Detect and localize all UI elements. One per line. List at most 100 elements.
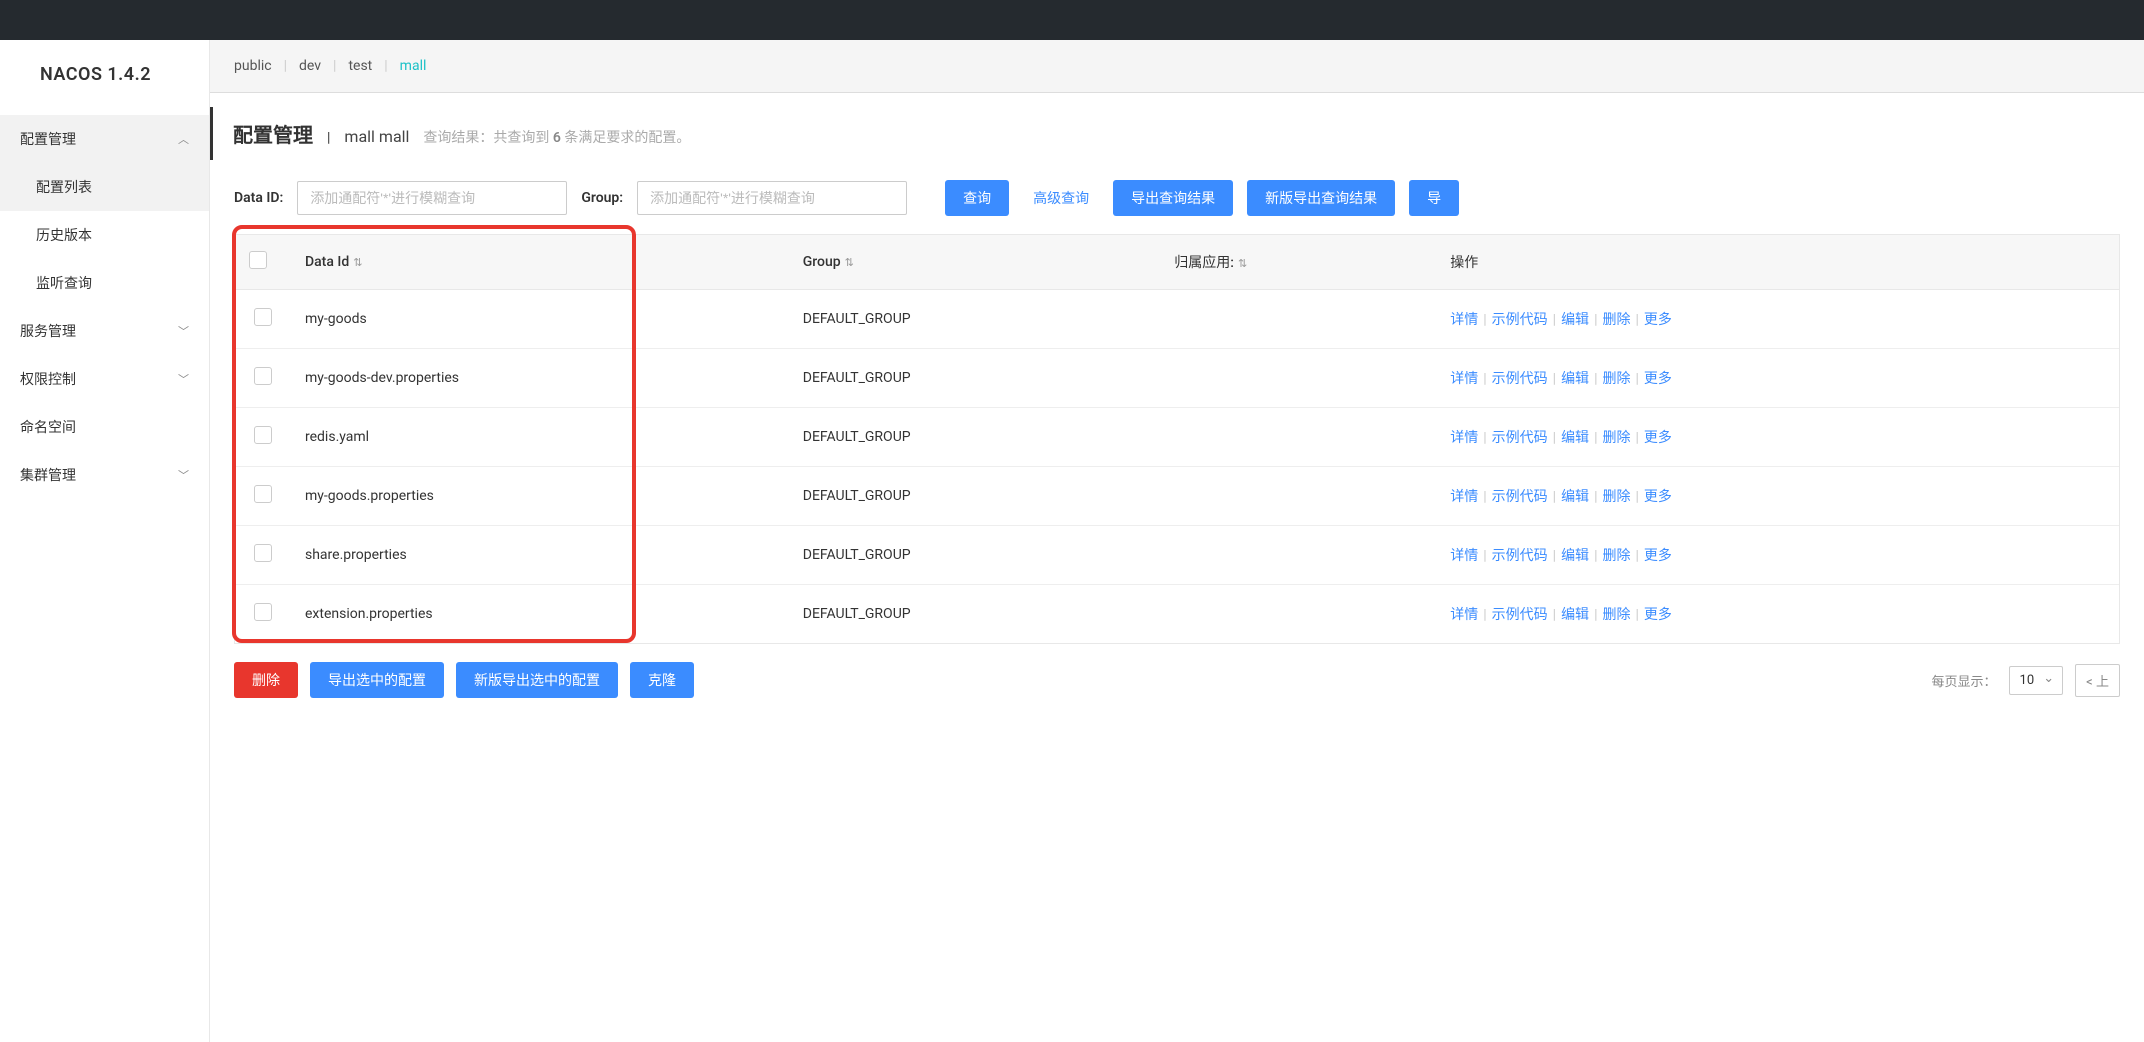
row-checkbox[interactable] — [254, 308, 272, 326]
op-more[interactable]: 更多 — [1644, 371, 1672, 387]
main-content: public | dev | test | mall 配置管理 | mall m… — [210, 40, 2144, 1042]
row-checkbox[interactable] — [254, 367, 272, 385]
group-label: Group: — [581, 190, 623, 206]
op-sample[interactable]: 示例代码 — [1492, 312, 1548, 328]
col-app[interactable]: 归属应用:⇅ — [1160, 235, 1436, 290]
group-input[interactable] — [637, 181, 907, 215]
export-selected-new-button[interactable]: 新版导出选中的配置 — [456, 662, 618, 698]
op-edit[interactable]: 编辑 — [1561, 371, 1589, 387]
cell-ops: 详情|示例代码|编辑|删除|更多 — [1436, 526, 2119, 585]
menu-namespace[interactable]: 命名空间 — [0, 403, 209, 451]
cell-group: DEFAULT_GROUP — [789, 526, 1161, 585]
op-more[interactable]: 更多 — [1644, 548, 1672, 564]
cell-app — [1160, 585, 1436, 644]
col-operations: 操作 — [1436, 235, 2119, 290]
advanced-query-button[interactable]: 高级查询 — [1023, 180, 1099, 216]
sidebar: NACOS 1.4.2 配置管理 ︿ 配置列表 历史版本 监听查询 服务管理 ﹀… — [0, 40, 210, 1042]
clone-button[interactable]: 克隆 — [630, 662, 694, 698]
op-more[interactable]: 更多 — [1644, 430, 1672, 446]
search-bar: Data ID: Group: 查询 高级查询 导出查询结果 新版导出查询结果 … — [210, 174, 2144, 234]
menu-config-management[interactable]: 配置管理 ︿ — [0, 115, 209, 163]
col-group[interactable]: Group⇅ — [789, 235, 1161, 290]
op-more[interactable]: 更多 — [1644, 607, 1672, 623]
tab-public[interactable]: public — [234, 58, 272, 74]
op-edit[interactable]: 编辑 — [1561, 430, 1589, 446]
row-checkbox[interactable] — [254, 603, 272, 621]
op-sample[interactable]: 示例代码 — [1492, 371, 1548, 387]
op-more[interactable]: 更多 — [1644, 312, 1672, 328]
op-delete[interactable]: 删除 — [1602, 548, 1630, 564]
submenu-history[interactable]: 历史版本 — [0, 211, 209, 259]
table-row: share.propertiesDEFAULT_GROUP详情|示例代码|编辑|… — [235, 526, 2119, 585]
row-checkbox[interactable] — [254, 485, 272, 503]
op-detail[interactable]: 详情 — [1450, 430, 1478, 446]
op-delete[interactable]: 删除 — [1602, 489, 1630, 505]
cell-app — [1160, 526, 1436, 585]
tab-test[interactable]: test — [348, 58, 372, 74]
menu-service-management[interactable]: 服务管理 ﹀ — [0, 307, 209, 355]
select-all-checkbox[interactable] — [249, 251, 267, 269]
chevron-up-icon: ︿ — [178, 131, 189, 147]
table-row: my-goods.propertiesDEFAULT_GROUP详情|示例代码|… — [235, 467, 2119, 526]
config-table: Data Id⇅ Group⇅ 归属应用:⇅ 操作 my-goodsDEFAUL… — [234, 234, 2120, 644]
row-checkbox[interactable] — [254, 544, 272, 562]
cell-group: DEFAULT_GROUP — [789, 467, 1161, 526]
cell-dataid: extension.properties — [291, 585, 789, 644]
op-delete[interactable]: 删除 — [1602, 430, 1630, 446]
op-detail[interactable]: 详情 — [1450, 607, 1478, 623]
op-detail[interactable]: 详情 — [1450, 548, 1478, 564]
page-size-select[interactable]: 10 — [2009, 666, 2064, 695]
export-results-button[interactable]: 导出查询结果 — [1113, 180, 1233, 216]
import-button[interactable]: 导 — [1409, 180, 1459, 216]
op-sample[interactable]: 示例代码 — [1492, 607, 1548, 623]
export-selected-button[interactable]: 导出选中的配置 — [310, 662, 444, 698]
op-edit[interactable]: 编辑 — [1561, 607, 1589, 623]
page-title: 配置管理 — [233, 119, 313, 148]
op-delete[interactable]: 删除 — [1602, 607, 1630, 623]
col-dataid[interactable]: Data Id⇅ — [291, 235, 789, 290]
delete-button[interactable]: 删除 — [234, 662, 298, 698]
query-button[interactable]: 查询 — [945, 180, 1009, 216]
table-row: redis.yamlDEFAULT_GROUP详情|示例代码|编辑|删除|更多 — [235, 408, 2119, 467]
cell-app — [1160, 408, 1436, 467]
op-sample[interactable]: 示例代码 — [1492, 548, 1548, 564]
submenu-listen-query[interactable]: 监听查询 — [0, 259, 209, 307]
cell-group: DEFAULT_GROUP — [789, 290, 1161, 349]
tab-dev[interactable]: dev — [299, 58, 321, 74]
namespace-tabs: public | dev | test | mall — [210, 40, 2144, 93]
op-sample[interactable]: 示例代码 — [1492, 430, 1548, 446]
tab-separator: | — [284, 58, 287, 74]
submenu-config-list[interactable]: 配置列表 — [0, 163, 209, 211]
menu-label: 命名空间 — [20, 417, 76, 437]
op-delete[interactable]: 删除 — [1602, 312, 1630, 328]
top-bar — [0, 0, 2144, 40]
dataid-input[interactable] — [297, 181, 567, 215]
export-results-new-button[interactable]: 新版导出查询结果 — [1247, 180, 1395, 216]
tab-mall[interactable]: mall — [400, 58, 427, 74]
op-delete[interactable]: 删除 — [1602, 371, 1630, 387]
namespace-name: mall mall — [344, 127, 409, 146]
tab-separator: | — [333, 58, 336, 74]
menu-cluster[interactable]: 集群管理 ﹀ — [0, 451, 209, 499]
menu-label: 集群管理 — [20, 465, 76, 485]
sort-icon: ⇅ — [353, 256, 362, 269]
op-detail[interactable]: 详情 — [1450, 371, 1478, 387]
cell-ops: 详情|示例代码|编辑|删除|更多 — [1436, 408, 2119, 467]
op-sample[interactable]: 示例代码 — [1492, 489, 1548, 505]
op-edit[interactable]: 编辑 — [1561, 548, 1589, 564]
cell-group: DEFAULT_GROUP — [789, 585, 1161, 644]
op-more[interactable]: 更多 — [1644, 489, 1672, 505]
row-checkbox[interactable] — [254, 426, 272, 444]
cell-ops: 详情|示例代码|编辑|删除|更多 — [1436, 585, 2119, 644]
cell-app — [1160, 349, 1436, 408]
op-edit[interactable]: 编辑 — [1561, 312, 1589, 328]
menu-permission[interactable]: 权限控制 ﹀ — [0, 355, 209, 403]
cell-ops: 详情|示例代码|编辑|删除|更多 — [1436, 349, 2119, 408]
cell-dataid: my-goods — [291, 290, 789, 349]
prev-page-button[interactable]: < 上 — [2075, 664, 2120, 697]
cell-ops: 详情|示例代码|编辑|删除|更多 — [1436, 467, 2119, 526]
op-detail[interactable]: 详情 — [1450, 489, 1478, 505]
op-edit[interactable]: 编辑 — [1561, 489, 1589, 505]
cell-ops: 详情|示例代码|编辑|删除|更多 — [1436, 290, 2119, 349]
op-detail[interactable]: 详情 — [1450, 312, 1478, 328]
